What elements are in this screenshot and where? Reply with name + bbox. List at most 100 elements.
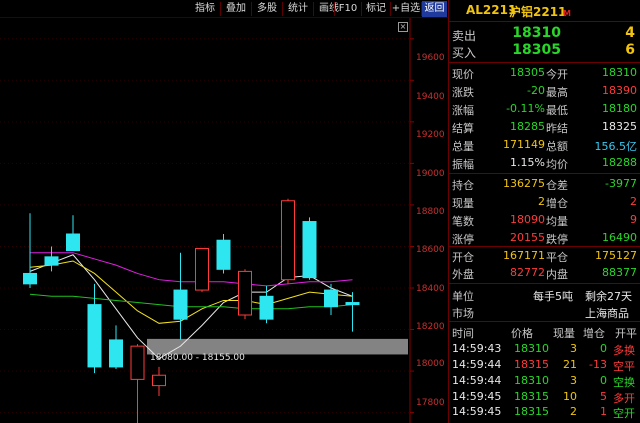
- field-label: 平仓: [546, 251, 568, 264]
- trade-price: 18310: [514, 342, 549, 355]
- trade-type: 空换: [613, 376, 635, 389]
- multi-stock-button[interactable]: 多股: [252, 1, 282, 17]
- candle-body: [173, 289, 188, 320]
- f10-button[interactable]: F10: [335, 1, 361, 17]
- chart-toolbar: 指标 叠加 多股 统计 画线 F10 标记 +自选 返回: [0, 0, 448, 18]
- sell-price: 18310: [512, 25, 561, 41]
- col-header-volume: 现量: [553, 327, 575, 340]
- trade-time: 14:59:44: [452, 358, 502, 371]
- indicator-button[interactable]: 指标: [190, 1, 220, 17]
- overlay-button[interactable]: 叠加: [221, 1, 251, 17]
- open-interest: 136275: [503, 177, 545, 190]
- average-volume: 9: [630, 213, 637, 226]
- trade-type: 多换: [613, 344, 635, 357]
- trade-price: 18315: [514, 358, 549, 371]
- candle-body: [216, 239, 231, 270]
- prev-settle-price: 18325: [602, 120, 637, 133]
- oi-change: -3977: [605, 177, 637, 190]
- price-range-label: 18080.00 - 18155.00: [150, 353, 245, 363]
- field-label: 最高: [546, 86, 568, 99]
- candle-body: [66, 233, 80, 252]
- mark-button[interactable]: 标记: [362, 1, 390, 17]
- field-label: 持仓: [452, 179, 474, 192]
- kline-chart[interactable]: × 19600 19400 19200 19000 18800 18600 18…: [0, 18, 448, 423]
- trade-type: 空平: [613, 360, 635, 373]
- divider: [449, 246, 640, 247]
- buy-price: 18305: [512, 42, 561, 58]
- col-header-type: 开平: [615, 327, 637, 340]
- trade-type: 空开: [613, 407, 635, 420]
- trade-price: 18315: [514, 405, 549, 418]
- candle-body: [44, 256, 59, 266]
- field-label: 内盘: [546, 268, 568, 281]
- y-tick-label: 19600: [416, 53, 445, 63]
- field-label: 均价: [546, 158, 568, 171]
- change-percent: -0.11%: [506, 102, 545, 115]
- quote-panel: AL2211 沪铝2211 M 卖出 18310 4 买入 18305 6 现价…: [448, 0, 640, 423]
- field-label: 涨跌: [452, 86, 474, 99]
- field-label: 总量: [452, 140, 474, 153]
- trade-type: 多开: [613, 392, 635, 405]
- field-label: 外盘: [452, 268, 474, 281]
- trade-time: 14:59:45: [452, 405, 502, 418]
- sell-volume: 4: [625, 25, 635, 41]
- amplitude: 1.15%: [510, 156, 545, 169]
- open-volume: 167171: [503, 249, 545, 262]
- trade-oi: 5: [600, 390, 607, 403]
- trade-time: 14:59:45: [452, 390, 502, 403]
- last-price: 18305: [510, 66, 545, 79]
- add-watchlist-button[interactable]: +自选: [391, 1, 421, 17]
- unit-value: 每手5吨: [533, 290, 573, 303]
- field-label: 总额: [546, 140, 568, 153]
- y-tick-label: 18400: [416, 284, 445, 294]
- limit-up: 20155: [510, 231, 545, 244]
- candle-body: [109, 339, 123, 368]
- y-tick-label: 19000: [416, 169, 445, 179]
- current-volume: 2: [538, 195, 545, 208]
- col-header-oi: 增仓: [583, 327, 605, 340]
- trade-price: 18315: [514, 390, 549, 403]
- candle-body: [130, 345, 145, 380]
- field-label: 振幅: [452, 158, 474, 171]
- sell-label: 卖出: [452, 29, 477, 43]
- candle-body: [152, 374, 166, 387]
- y-tick-label: 18800: [416, 207, 445, 217]
- outer-volume: 82772: [510, 266, 545, 279]
- field-label: 现价: [452, 68, 474, 81]
- trade-time: 14:59:43: [452, 342, 502, 355]
- y-tick-label: 19400: [416, 92, 445, 102]
- field-label: 今开: [546, 68, 568, 81]
- close-icon[interactable]: ×: [398, 22, 408, 32]
- trade-volume: 3: [570, 342, 577, 355]
- total-volume: 171149: [503, 138, 545, 151]
- y-tick-label: 18200: [416, 322, 445, 332]
- back-button[interactable]: 返回: [422, 1, 447, 17]
- buy-volume: 6: [625, 42, 635, 58]
- divider: [449, 173, 640, 174]
- trade-count: 18090: [510, 213, 545, 226]
- trade-time: 14:59:44: [452, 374, 502, 387]
- high-price: 18390: [602, 84, 637, 97]
- days-remaining: 剩余27天: [585, 290, 632, 303]
- trade-price: 18310: [514, 374, 549, 387]
- market-value: 上海商品: [585, 307, 629, 320]
- trade-volume: 10: [563, 390, 577, 403]
- y-tick-label: 19200: [416, 130, 445, 140]
- candle-body: [281, 200, 295, 281]
- field-label: 现量: [452, 197, 474, 210]
- divider: [449, 62, 640, 63]
- trade-volume: 21: [563, 358, 577, 371]
- statistics-button[interactable]: 统计: [283, 1, 313, 17]
- field-label: 增仓: [546, 197, 568, 210]
- settle-price: 18285: [510, 120, 545, 133]
- average-price: 18288: [602, 156, 637, 169]
- oi-increase: 2: [630, 195, 637, 208]
- field-label: 结算: [452, 122, 474, 135]
- field-label: 均量: [546, 215, 568, 228]
- limit-down: 16490: [602, 231, 637, 244]
- field-label: 仓差: [546, 179, 568, 192]
- candle-body: [302, 221, 317, 279]
- candle-body: [324, 289, 338, 308]
- field-label: 昨结: [546, 122, 568, 135]
- field-label: 跌停: [546, 233, 568, 246]
